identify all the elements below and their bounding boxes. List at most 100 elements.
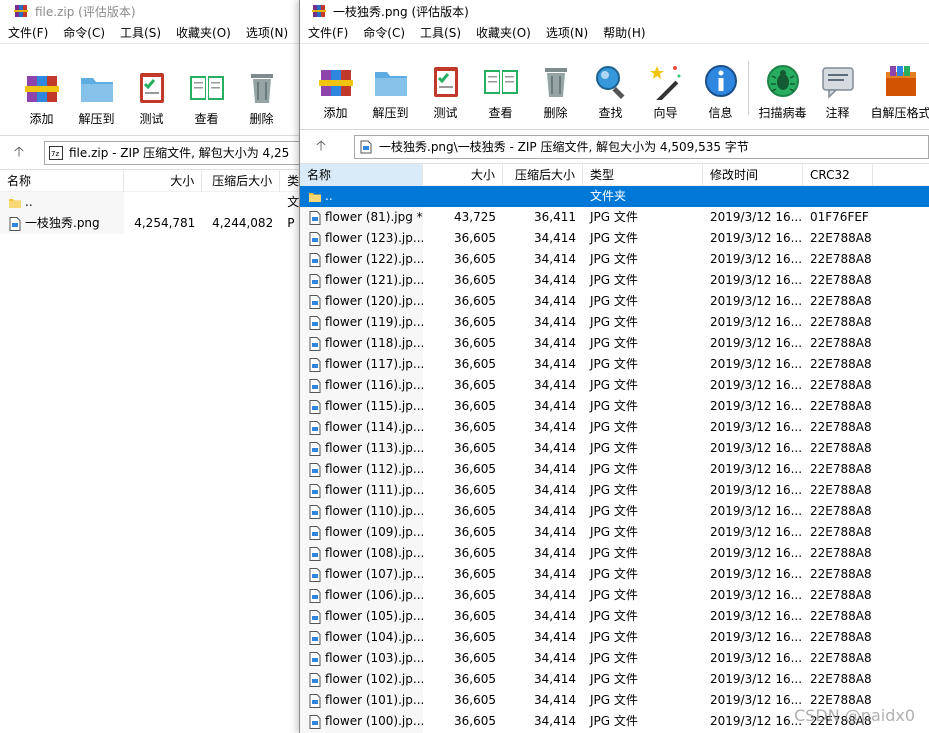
sfx-button[interactable]: 自解压格式 <box>871 62 929 121</box>
table-row[interactable]: flower (103).jp... 36,605 34,414 JPG 文件 2019… <box>300 648 929 669</box>
zip-archive-icon: 7z <box>49 145 63 160</box>
menu-options[interactable]: 选项(N) <box>546 24 588 41</box>
info-button[interactable]: 信息 <box>693 62 748 121</box>
modified-cell: 2019/3/12 16... <box>710 546 803 560</box>
name-cell: flower (107).jp... <box>300 564 423 585</box>
menu-favorites[interactable]: 收藏夹(O) <box>176 24 231 41</box>
front-archive-window[interactable]: 一枝独秀.png (评估版本) 文件(F) 命令(C) 工具(S) 收藏夹(O)… <box>299 0 929 733</box>
table-row[interactable]: flower (117).jp... 36,605 34,414 JPG 文件 2019… <box>300 354 929 375</box>
table-row[interactable]: flower (119).jp... 36,605 34,414 JPG 文件 2019… <box>300 312 929 333</box>
name-cell: flower (109).jp... <box>300 522 423 543</box>
table-row[interactable]: flower (123).jp... 36,605 34,414 JPG 文件 2019… <box>300 228 929 249</box>
table-row[interactable]: flower (111).jp... 36,605 34,414 JPG 文件 2019… <box>300 480 929 501</box>
delete-button[interactable]: 删除 <box>528 62 583 121</box>
table-row[interactable]: flower (112).jp... 36,605 34,414 JPG 文件 2019… <box>300 459 929 480</box>
name-cell: flower (111).jp... <box>300 480 423 501</box>
packed-size-cell: 34,414 <box>534 231 576 245</box>
menu-favorites[interactable]: 收藏夹(O) <box>476 24 531 41</box>
title-bar[interactable]: 一枝独秀.png (评估版本) <box>300 0 929 22</box>
modified-cell: 2019/3/12 16... <box>710 651 803 665</box>
up-arrow-icon[interactable]: 🡡 <box>316 135 338 159</box>
modified-cell: 2019/3/12 16... <box>710 315 803 329</box>
path-text: 一枝独秀.png\一枝独秀 - ZIP 压缩文件, 解包大小为 4,509,53… <box>379 140 749 154</box>
menu-file[interactable]: 文件(F) <box>8 24 48 41</box>
table-row[interactable]: flower (106).jp... 36,605 34,414 JPG 文件 2019… <box>300 585 929 606</box>
table-row[interactable]: flower (116).jp... 36,605 34,414 JPG 文件 2019… <box>300 375 929 396</box>
file-name: flower (108).jp... <box>325 546 423 560</box>
table-row[interactable]: flower (102).jp... 36,605 34,414 JPG 文件 2019… <box>300 669 929 690</box>
crc32-cell: 22E788A8 <box>810 651 872 665</box>
table-row[interactable]: flower (105).jp... 36,605 34,414 JPG 文件 2019… <box>300 606 929 627</box>
name-cell: 一枝独秀.png <box>0 213 125 234</box>
crc32-cell: 22E788A8 <box>810 378 872 392</box>
column-type[interactable]: 类型 <box>583 163 703 186</box>
modified-cell: 2019/3/12 16... <box>710 252 803 266</box>
column-modified[interactable]: 修改时间 <box>703 163 803 186</box>
crc32-cell: 22E788A8 <box>810 483 872 497</box>
table-row[interactable]: flower (104).jp... 36,605 34,414 JPG 文件 2019… <box>300 627 929 648</box>
extract-to-button[interactable]: 解压到 <box>363 62 418 121</box>
column-packed[interactable]: 压缩后大小 <box>202 169 281 192</box>
view-button[interactable]: 查看 <box>473 62 528 121</box>
add-button[interactable]: 添加 <box>308 62 363 121</box>
size-cell: 36,605 <box>454 483 496 497</box>
table-row[interactable]: flower (118).jp... 36,605 34,414 JPG 文件 2019… <box>300 333 929 354</box>
extract-to-button[interactable]: 解压到 <box>69 68 124 127</box>
table-row[interactable]: flower (115).jp... 36,605 34,414 JPG 文件 2019… <box>300 396 929 417</box>
menu-commands[interactable]: 命令(C) <box>63 24 105 41</box>
name-cell: flower (120).jp... <box>300 291 423 312</box>
menu-commands[interactable]: 命令(C) <box>363 24 405 41</box>
table-row[interactable]: flower (113).jp... 36,605 34,414 JPG 文件 2019… <box>300 438 929 459</box>
menu-options[interactable]: 选项(N) <box>246 24 288 41</box>
table-row[interactable]: .. 文件夹 <box>300 186 929 207</box>
table-row[interactable]: flower (114).jp... 36,605 34,414 JPG 文件 2019… <box>300 417 929 438</box>
table-row[interactable]: flower (107).jp... 36,605 34,414 JPG 文件 2019… <box>300 564 929 585</box>
column-name[interactable]: 名称 <box>300 163 423 186</box>
crc32-cell: 22E788A8 <box>810 420 872 434</box>
toolbar: 添加 解压到 测试 查看 删除 <box>0 44 300 136</box>
test-button[interactable]: 测试 <box>124 68 179 127</box>
test-button[interactable]: 测试 <box>418 62 473 121</box>
table-row[interactable]: flower (122).jp... 36,605 34,414 JPG 文件 2019… <box>300 249 929 270</box>
up-arrow-icon[interactable]: 🡡 <box>14 141 36 165</box>
delete-button[interactable]: 删除 <box>234 68 289 127</box>
name-cell: flower (103).jp... <box>300 648 423 669</box>
table-row[interactable]: flower (110).jp... 36,605 34,414 JPG 文件 2019… <box>300 501 929 522</box>
wizard-button[interactable]: 向导 <box>638 62 693 121</box>
file-name: flower (104).jp... <box>325 630 423 644</box>
column-packed[interactable]: 压缩后大小 <box>503 163 583 186</box>
table-row[interactable]: flower (109).jp... 36,605 34,414 JPG 文件 2019… <box>300 522 929 543</box>
table-row[interactable]: flower (81).jpg * 43,725 36,411 JPG 文件 2019/… <box>300 207 929 228</box>
crc32-cell: 22E788A8 <box>810 399 872 413</box>
path-field[interactable]: 7z file.zip - ZIP 压缩文件, 解包大小为 4,25 <box>44 140 300 165</box>
scan-virus-button[interactable]: 扫描病毒 <box>755 62 810 121</box>
back-archive-window[interactable]: file.zip (评估版本) 文件(F) 命令(C) 工具(S) 收藏夹(O)… <box>0 0 300 733</box>
table-row[interactable]: flower (121).jp... 36,605 34,414 JPG 文件 2019… <box>300 270 929 291</box>
size-cell: 36,605 <box>454 420 496 434</box>
add-archive-icon <box>318 70 353 96</box>
path-field[interactable]: 一枝独秀.png\一枝独秀 - ZIP 压缩文件, 解包大小为 4,509,53… <box>354 134 929 159</box>
menu-tools[interactable]: 工具(S) <box>120 24 161 41</box>
add-button[interactable]: 添加 <box>14 68 69 127</box>
column-type[interactable]: 类 <box>280 169 300 192</box>
column-size[interactable]: 大小 <box>423 163 503 186</box>
table-row[interactable]: .. 文 <box>0 192 300 213</box>
view-button[interactable]: 查看 <box>179 68 234 127</box>
find-button[interactable]: 查找 <box>583 62 638 121</box>
table-row[interactable]: flower (120).jp... 36,605 34,414 JPG 文件 2019… <box>300 291 929 312</box>
menu-help[interactable]: 帮助(H) <box>603 24 645 41</box>
view-book-icon <box>189 76 224 100</box>
name-cell: flower (119).jp... <box>300 312 423 333</box>
column-name[interactable]: 名称 <box>0 169 125 192</box>
title-bar[interactable]: file.zip (评估版本) <box>0 0 300 22</box>
file-list[interactable]: 名称 大小 压缩后大小 类型 修改时间 CRC32 .. 文件夹 flower (8… <box>300 163 929 733</box>
file-list[interactable]: 名称 大小 压缩后大小 类 .. 文一枝独秀.png 4,254,781 4,244,… <box>0 169 300 234</box>
table-row[interactable]: 一枝独秀.png 4,254,781 4,244,082 P <box>0 213 300 234</box>
column-crc32[interactable]: CRC32 <box>803 163 873 186</box>
table-row[interactable]: flower (108).jp... 36,605 34,414 JPG 文件 2019… <box>300 543 929 564</box>
comment-button[interactable]: 注释 <box>810 62 865 121</box>
menu-file[interactable]: 文件(F) <box>308 24 348 41</box>
column-size[interactable]: 大小 <box>124 169 203 192</box>
address-bar: 🡡 一枝独秀.png\一枝独秀 - ZIP 压缩文件, 解包大小为 4,509,… <box>300 130 929 164</box>
menu-tools[interactable]: 工具(S) <box>420 24 461 41</box>
